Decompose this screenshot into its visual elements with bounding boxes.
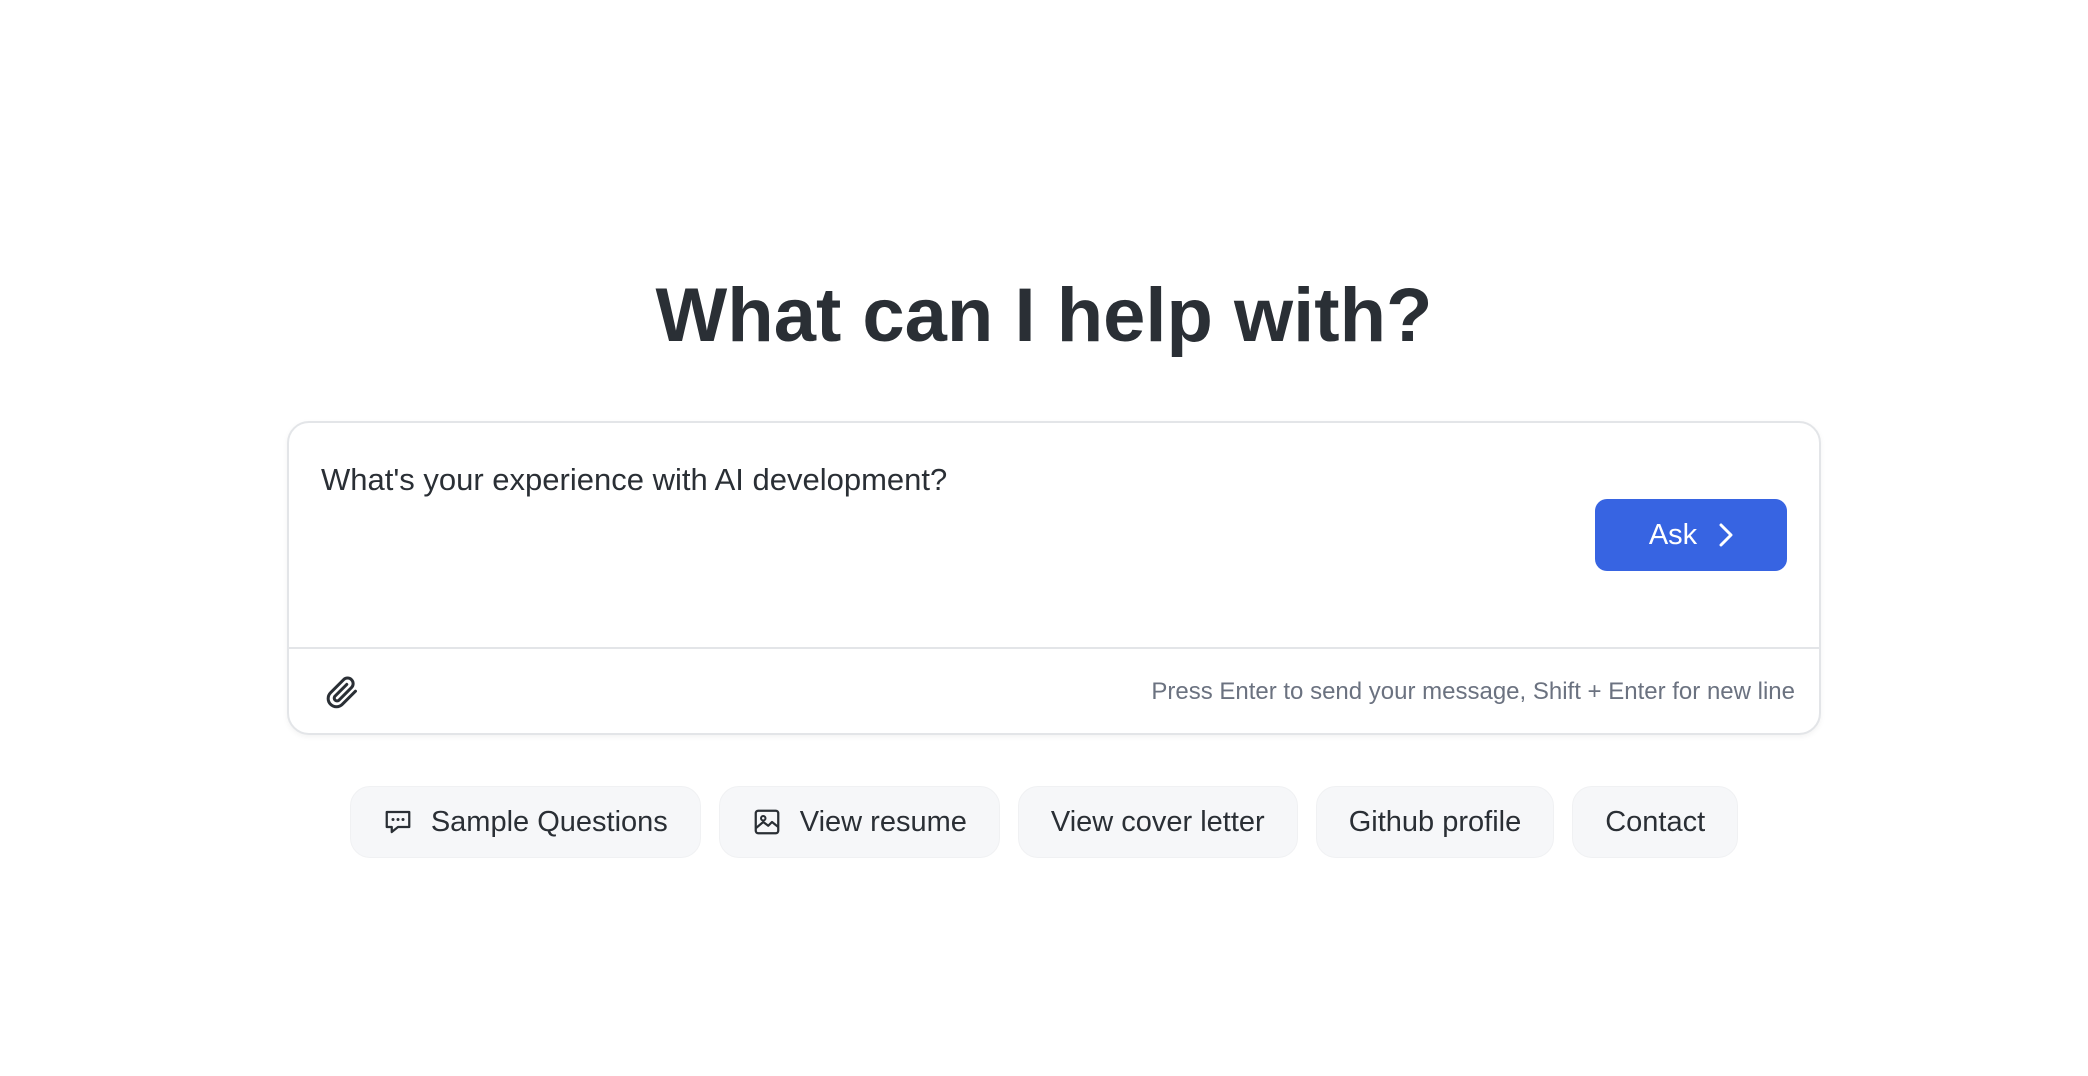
chip-label: Github profile: [1348, 805, 1522, 838]
chat-bubble-icon: [385, 810, 411, 834]
ask-button-label: Ask: [1648, 518, 1698, 551]
contact-chip[interactable]: Contact: [1572, 786, 1739, 858]
chip-label: Sample Questions: [430, 805, 668, 838]
input-area[interactable]: What's your experience with AI developme…: [289, 423, 1819, 647]
paperclip-icon[interactable]: [323, 673, 361, 711]
github-profile-chip[interactable]: Github profile: [1315, 786, 1555, 858]
image-icon: [754, 809, 780, 835]
sample-questions-chip[interactable]: Sample Questions: [349, 786, 701, 858]
ask-button[interactable]: Ask: [1595, 499, 1787, 571]
view-resume-chip[interactable]: View resume: [718, 786, 1000, 858]
chip-label: Contact: [1605, 805, 1706, 838]
keyboard-hint: Press Enter to send your message, Shift …: [1151, 678, 1795, 705]
composer-footer: Press Enter to send your message, Shift …: [289, 649, 1819, 735]
quick-actions: Sample Questions View resume View cover …: [0, 786, 2088, 858]
chip-label: View resume: [799, 805, 967, 838]
chevron-right-icon: [1719, 523, 1733, 547]
message-composer: What's your experience with AI developme…: [287, 421, 1821, 735]
page: What can I help with? What's your experi…: [0, 0, 2088, 1076]
view-cover-letter-chip[interactable]: View cover letter: [1017, 786, 1298, 858]
page-title: What can I help with?: [655, 273, 1433, 358]
message-input[interactable]: What's your experience with AI developme…: [321, 459, 1521, 501]
chip-label: View cover letter: [1050, 805, 1265, 838]
